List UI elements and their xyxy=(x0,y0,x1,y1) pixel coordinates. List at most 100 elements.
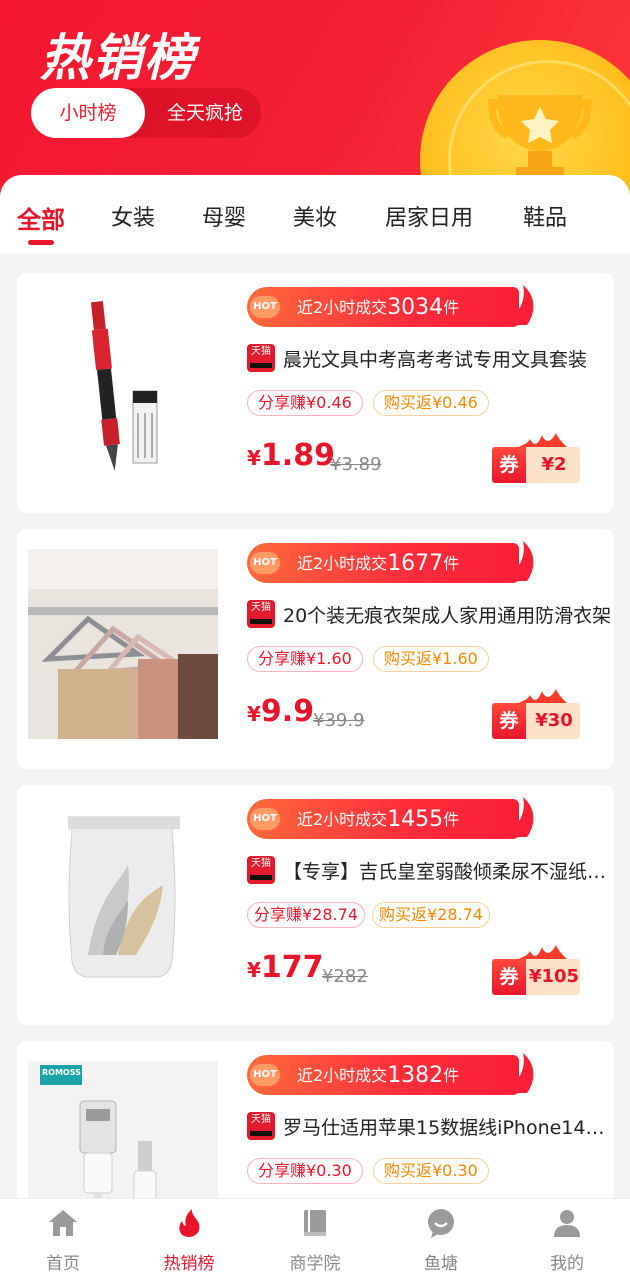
sales-prefix: 近2小时成交 xyxy=(297,1066,388,1085)
coupon-amount: ¥30 xyxy=(535,710,573,731)
sales-count: 3034 xyxy=(387,295,444,320)
flame-icon xyxy=(504,285,534,325)
trophy-icon xyxy=(488,95,592,177)
ranking-segment-control: 小时榜 全天疯抢 xyxy=(31,88,261,138)
book-icon xyxy=(304,1210,326,1236)
product-title-row: 天猫 晨光文具中考高考考试专用文具套装 xyxy=(247,343,607,373)
nav-profile-label: 我的 xyxy=(550,1254,584,1274)
flame-icon xyxy=(504,541,534,581)
currency-symbol: ¥ xyxy=(247,446,261,470)
tmall-label: 天猫 xyxy=(251,858,271,869)
nav-hot-ranking[interactable]: 热销榜 xyxy=(126,1199,252,1280)
tmall-badge-icon: 天猫 xyxy=(247,344,275,372)
product-title: 【专享】吉氏皇室弱酸倾柔尿不湿纸尿裤 xyxy=(283,861,614,883)
hot-badge: HOT xyxy=(250,808,280,830)
sales-banner: HOT 近2小时成交1382件 xyxy=(247,1053,534,1095)
nav-fish-pond-label: 鱼塘 xyxy=(424,1254,458,1274)
nav-fish-pond[interactable]: 鱼塘 xyxy=(378,1199,504,1280)
product-price: ¥1.89 xyxy=(247,438,335,473)
flame-icon xyxy=(504,797,534,837)
currency-symbol: ¥ xyxy=(247,702,261,726)
tmall-badge-icon: 天猫 xyxy=(247,600,275,628)
bottom-navigation: 首页 热销榜 商学院 鱼塘 我的 xyxy=(0,1198,630,1280)
cashback-tag: 购买返¥0.30 xyxy=(373,1158,489,1184)
sales-text: 近2小时成交1677件 xyxy=(297,550,460,576)
tmall-badge-icon: 天猫 xyxy=(247,856,275,884)
flame-icon xyxy=(179,1209,200,1237)
nav-hot-ranking-label: 热销榜 xyxy=(163,1254,215,1274)
tab-home-daily[interactable]: 居家日用 xyxy=(385,200,473,232)
product-image-hangers xyxy=(28,549,218,739)
sales-count: 1382 xyxy=(387,1063,444,1088)
sales-text: 近2小时成交1382件 xyxy=(297,1062,460,1088)
hot-badge: HOT xyxy=(250,1064,280,1086)
coupon-label: 券 xyxy=(492,703,526,739)
sales-prefix: 近2小时成交 xyxy=(297,298,388,317)
share-earn-tag: 分享赚¥28.74 xyxy=(247,902,365,928)
coupon-amount: ¥2 xyxy=(541,454,567,475)
share-earn-tag: 分享赚¥0.30 xyxy=(247,1158,363,1184)
original-price: ¥3.89 xyxy=(330,454,382,475)
share-earn-tag: 分享赚¥1.60 xyxy=(247,646,363,672)
product-card[interactable]: HOT 近2小时成交3034件 天猫 晨光文具中考高考考试专用文具套装 分享赚¥… xyxy=(17,273,614,513)
content-panel: 全部 女装 母婴 美妆 居家日用 鞋品 HOT 近2小时成交3034件 天猫 晨… xyxy=(0,175,630,1200)
sales-unit: 件 xyxy=(443,1066,460,1085)
product-image-cable xyxy=(28,1061,218,1200)
tab-womens-clothing[interactable]: 女装 xyxy=(111,200,155,232)
user-icon xyxy=(554,1210,580,1237)
currency-symbol: ¥ xyxy=(247,958,261,982)
sales-text: 近2小时成交1455件 xyxy=(297,806,460,832)
product-title: 20个装无痕衣架成人家用通用防滑衣架 xyxy=(283,605,612,627)
tab-shoes[interactable]: 鞋品 xyxy=(523,200,567,232)
share-earn-tag: 分享赚¥0.46 xyxy=(247,390,363,416)
product-title-row: 天猫 【专享】吉氏皇室弱酸倾柔尿不湿纸尿裤 xyxy=(247,855,614,885)
home-icon xyxy=(49,1210,77,1236)
hot-badge: HOT xyxy=(250,552,280,574)
nav-business-school-label: 商学院 xyxy=(289,1254,341,1274)
product-card[interactable]: HOT 近2小时成交1677件 天猫 20个装无痕衣架成人家用通用防滑衣架 分享… xyxy=(17,529,614,769)
price-value: 9.9 xyxy=(260,694,315,729)
coupon-badge[interactable]: 券 ¥105 xyxy=(492,945,582,997)
sales-banner: HOT 近2小时成交3034件 xyxy=(247,285,534,327)
nav-business-school[interactable]: 商学院 xyxy=(252,1199,378,1280)
tmall-label: 天猫 xyxy=(251,1114,271,1125)
price-value: 177 xyxy=(260,950,324,985)
product-title: 罗马仕适用苹果15数据线iPhone14充电线 xyxy=(283,1117,614,1139)
sales-prefix: 近2小时成交 xyxy=(297,810,388,829)
tab-maternal-baby[interactable]: 母婴 xyxy=(202,200,246,232)
coupon-label: 券 xyxy=(492,959,526,995)
segment-hourly[interactable]: 小时榜 xyxy=(31,88,145,138)
sales-count: 1677 xyxy=(387,551,444,576)
product-card[interactable]: ROMOSS HOT 近2小时成交1382件 天猫 罗马仕适用苹果15数据线iP… xyxy=(17,1041,614,1200)
cashback-tag: 购买返¥1.60 xyxy=(373,646,489,672)
brand-logo: ROMOSS xyxy=(42,1068,81,1077)
tab-all[interactable]: 全部 xyxy=(17,200,65,235)
tmall-label: 天猫 xyxy=(251,346,271,357)
product-card[interactable]: HOT 近2小时成交1455件 天猫 【专享】吉氏皇室弱酸倾柔尿不湿纸尿裤 分享… xyxy=(17,785,614,1025)
sales-unit: 件 xyxy=(443,554,460,573)
tab-beauty[interactable]: 美妆 xyxy=(293,200,337,232)
sales-unit: 件 xyxy=(443,810,460,829)
category-tabs: 全部 女装 母婴 美妆 居家日用 鞋品 xyxy=(0,175,630,253)
tmall-label: 天猫 xyxy=(251,602,271,613)
coupon-badge[interactable]: 券 ¥2 xyxy=(492,433,582,485)
cashback-tag: 购买返¥0.46 xyxy=(373,390,489,416)
original-price: ¥39.9 xyxy=(313,710,365,731)
product-price: ¥177 xyxy=(247,950,324,985)
coupon-badge[interactable]: 券 ¥30 xyxy=(492,689,582,741)
sales-banner: HOT 近2小时成交1455件 xyxy=(247,797,534,839)
chat-bubble-icon xyxy=(428,1209,454,1238)
nav-profile[interactable]: 我的 xyxy=(504,1199,630,1280)
product-image-pen xyxy=(28,293,218,483)
cashback-tag: 购买返¥28.74 xyxy=(372,902,490,928)
price-value: 1.89 xyxy=(260,438,335,473)
coupon-label: 券 xyxy=(492,447,526,483)
hot-badge: HOT xyxy=(250,296,280,318)
segment-all-day[interactable]: 全天疯抢 xyxy=(149,88,261,138)
nav-home-label: 首页 xyxy=(46,1254,80,1274)
product-title-row: 天猫 罗马仕适用苹果15数据线iPhone14充电线 xyxy=(247,1111,614,1141)
product-title: 晨光文具中考高考考试专用文具套装 xyxy=(283,349,588,371)
nav-home[interactable]: 首页 xyxy=(0,1199,126,1280)
page-title: 热销榜 xyxy=(40,29,196,87)
sales-prefix: 近2小时成交 xyxy=(297,554,388,573)
